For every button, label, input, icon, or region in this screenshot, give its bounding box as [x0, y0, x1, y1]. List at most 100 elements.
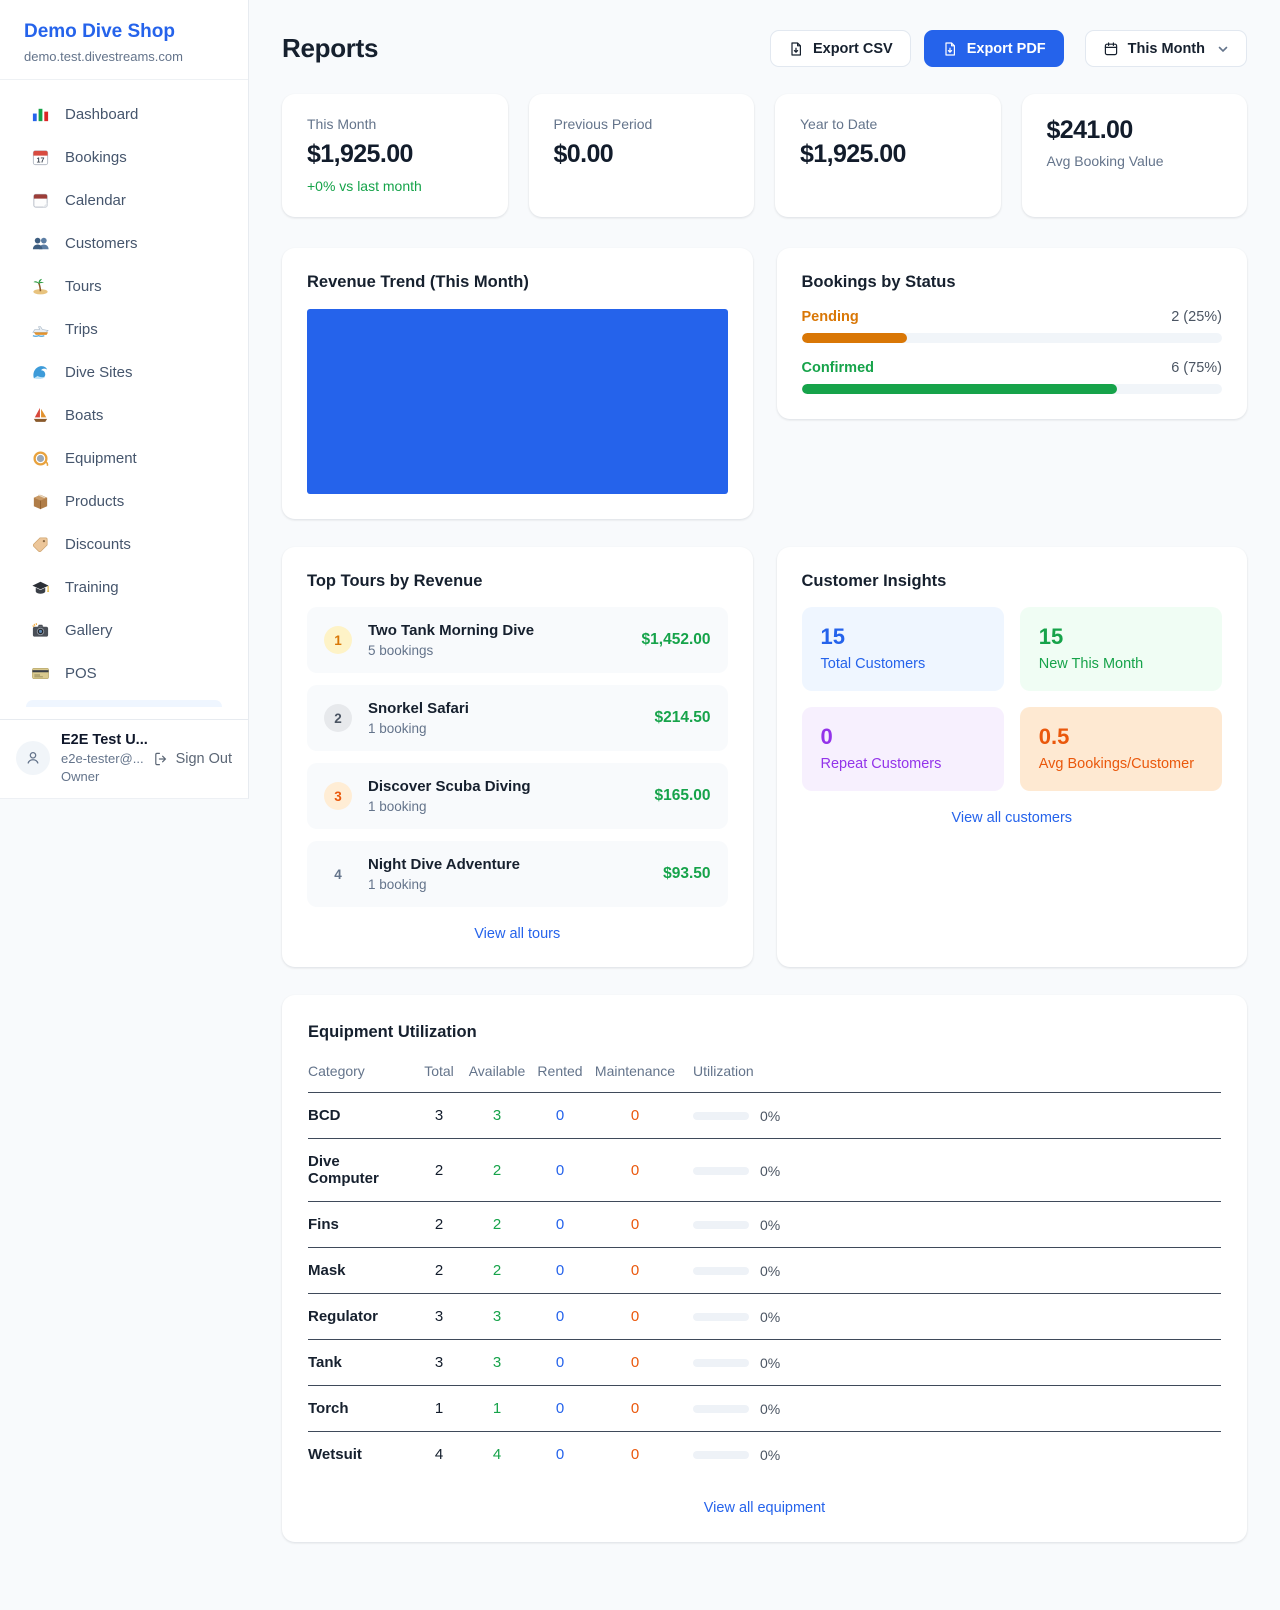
main-content: Reports Export CSV Export PDF This Month… — [249, 0, 1280, 1542]
tile-value: 0 — [821, 724, 985, 750]
sidebar-item-boats[interactable]: Boats — [13, 394, 235, 437]
cell-rented: 0 — [529, 1340, 591, 1386]
shop-name: Demo Dive Shop — [24, 21, 224, 43]
column-header: Maintenance — [591, 1063, 679, 1093]
file-download-icon — [788, 41, 804, 57]
table-row: Mask 2 2 0 0 0% — [308, 1248, 1221, 1294]
file-download-icon — [942, 41, 958, 57]
rank-badge: 4 — [324, 860, 352, 888]
chevron-down-icon — [1217, 43, 1229, 55]
stat-value: $1,925.00 — [800, 140, 976, 169]
export-csv-button[interactable]: Export CSV — [770, 30, 911, 67]
tile-repeat-customers: 0 Repeat Customers — [802, 707, 1004, 791]
stat-delta: +0% vs last month — [307, 178, 483, 194]
sidebar-item-label: POS — [65, 665, 97, 682]
sidebar-item-label: Customers — [65, 235, 138, 252]
tour-row: 2 Snorkel Safari 1 booking $214.50 — [307, 685, 728, 751]
sidebar-item-dashboard[interactable]: Dashboard — [13, 93, 235, 136]
sidebar-item-dive-sites[interactable]: Dive Sites — [13, 351, 235, 394]
top-tours-title: Top Tours by Revenue — [307, 572, 728, 591]
tour-revenue: $93.50 — [663, 865, 710, 883]
sidebar-item-training[interactable]: Training — [13, 566, 235, 609]
sidebar-item-label: Gallery — [65, 622, 113, 639]
bookings-by-status-card: Bookings by Status Pending 2 (25%) Confi… — [777, 248, 1248, 419]
tile-total-customers: 15 Total Customers — [802, 607, 1004, 691]
equipment-utilization-title: Equipment Utilization — [308, 1023, 1221, 1042]
cell-maintenance: 0 — [591, 1340, 679, 1386]
equipment-utilization-card: Equipment Utilization Category Total Ava… — [282, 995, 1247, 1542]
utilization-percent: 0% — [760, 1401, 780, 1417]
tour-revenue: $214.50 — [654, 709, 710, 727]
utilization-track — [693, 1405, 749, 1413]
cell-rented: 0 — [529, 1432, 591, 1478]
page-header: Reports Export CSV Export PDF This Month — [282, 30, 1247, 67]
cell-rented: 0 — [529, 1202, 591, 1248]
sidebar-item-tours[interactable]: Tours — [13, 265, 235, 308]
cell-category: Regulator — [308, 1294, 413, 1340]
cell-maintenance: 0 — [591, 1294, 679, 1340]
table-row: Dive Computer 2 2 0 0 0% — [308, 1139, 1221, 1202]
cell-maintenance: 0 — [591, 1248, 679, 1294]
cell-available: 2 — [465, 1139, 529, 1202]
export-pdf-button[interactable]: Export PDF — [924, 30, 1064, 67]
status-row-confirmed: Confirmed 6 (75%) — [802, 360, 1223, 394]
sidebar-item-bookings[interactable]: 17 Bookings — [13, 136, 235, 179]
sidebar: Demo Dive Shop demo.test.divestreams.com… — [0, 0, 249, 799]
sidebar-item-pos[interactable]: POS — [13, 652, 235, 695]
sidebar-item-calendar[interactable]: Calendar — [13, 179, 235, 222]
view-all-tours-link[interactable]: View all tours — [307, 926, 728, 942]
cell-total: 3 — [413, 1340, 465, 1386]
cell-available: 4 — [465, 1432, 529, 1478]
package-icon — [30, 492, 50, 512]
cell-maintenance: 0 — [591, 1432, 679, 1478]
tour-bookings: 1 booking — [368, 877, 520, 892]
utilization-track — [693, 1267, 749, 1275]
sidebar-item-trips[interactable]: Trips — [13, 308, 235, 351]
tour-row: 1 Two Tank Morning Dive 5 bookings $1,45… — [307, 607, 728, 673]
tear-off-calendar-icon — [30, 191, 50, 211]
top-tours-list: 1 Two Tank Morning Dive 5 bookings $1,45… — [307, 607, 728, 907]
view-all-equipment-link[interactable]: View all equipment — [308, 1500, 1221, 1516]
avatar — [16, 741, 50, 775]
sign-out-button[interactable]: Sign Out — [153, 751, 232, 767]
sidebar-item-products[interactable]: Products — [13, 480, 235, 523]
utilization-track — [693, 1112, 749, 1120]
utilization-track — [693, 1359, 749, 1367]
period-dropdown[interactable]: This Month — [1085, 30, 1247, 67]
cell-utilization: 0% — [679, 1340, 1221, 1386]
revenue-trend-chart — [307, 309, 728, 494]
sailboat-icon — [30, 406, 50, 426]
top-tours-card: Top Tours by Revenue 1 Two Tank Morning … — [282, 547, 753, 967]
table-row: Tank 3 3 0 0 0% — [308, 1340, 1221, 1386]
tile-value: 15 — [1039, 624, 1203, 650]
sidebar-item-reports-active-partial[interactable] — [26, 700, 222, 707]
sidebar-item-gallery[interactable]: Gallery — [13, 609, 235, 652]
shop-domain: demo.test.divestreams.com — [24, 49, 224, 64]
sidebar-item-discounts[interactable]: Discounts — [13, 523, 235, 566]
status-value: 2 (25%) — [1171, 309, 1222, 325]
stat-cards: This Month $1,925.00 +0% vs last month P… — [282, 94, 1247, 217]
cell-utilization: 0% — [679, 1386, 1221, 1432]
view-all-customers-link[interactable]: View all customers — [802, 810, 1223, 826]
status-label: Confirmed — [802, 360, 875, 376]
column-header: Category — [308, 1063, 413, 1093]
sidebar-item-customers[interactable]: Customers — [13, 222, 235, 265]
tile-new-this-month: 15 New This Month — [1020, 607, 1222, 691]
period-label: This Month — [1128, 41, 1205, 57]
utilization-percent: 0% — [760, 1108, 780, 1124]
stat-card-year-to-date: Year to Date $1,925.00 — [775, 94, 1001, 217]
utilization-track — [693, 1167, 749, 1175]
tile-label: Avg Bookings/Customer — [1039, 756, 1203, 772]
sidebar-item-equipment[interactable]: Equipment — [13, 437, 235, 480]
column-header: Utilization — [679, 1063, 1221, 1093]
tour-bookings: 5 bookings — [368, 643, 534, 658]
sidebar-user-footer: E2E Test U... e2e-tester@... Owner Sign … — [0, 719, 248, 798]
status-progress-track — [802, 384, 1223, 394]
table-header-row: Category Total Available Rented Maintena… — [308, 1063, 1221, 1093]
insights-row: Top Tours by Revenue 1 Two Tank Morning … — [282, 547, 1247, 967]
speedboat-icon — [30, 320, 50, 340]
sidebar-item-label: Bookings — [65, 149, 127, 166]
column-header: Rented — [529, 1063, 591, 1093]
user-role: Owner — [61, 769, 142, 784]
sidebar-item-label: Dashboard — [65, 106, 138, 123]
